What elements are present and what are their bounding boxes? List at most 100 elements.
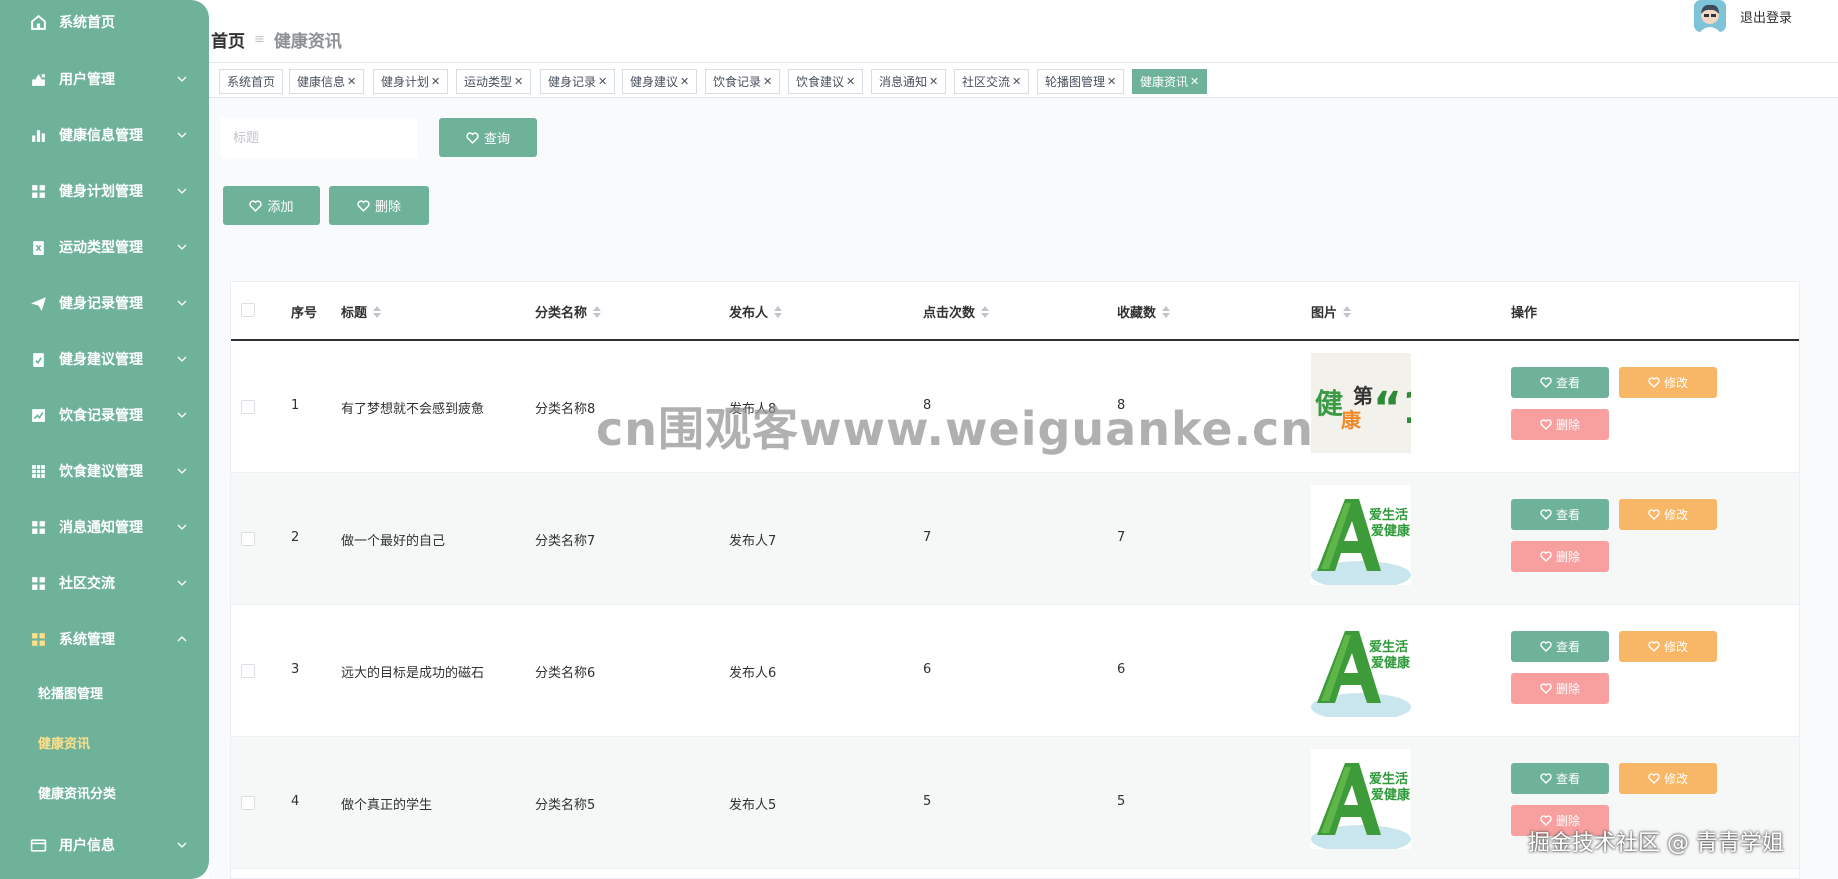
row-checkbox[interactable]: [241, 532, 255, 546]
sort-icon[interactable]: [373, 305, 382, 318]
close-icon[interactable]: ✕: [680, 75, 689, 88]
edit-button[interactable]: 修改: [1619, 499, 1717, 530]
sidebar-item-fitness-record[interactable]: 健身记录管理: [0, 283, 209, 323]
sidebar-subitem-health-news[interactable]: 健康资讯: [38, 733, 90, 752]
breadcrumb-home[interactable]: 首页: [211, 27, 245, 52]
column-header-category[interactable]: 分类名称: [535, 302, 602, 321]
sidebar-item-label: 运动类型管理: [59, 240, 143, 256]
column-header-publisher[interactable]: 发布人: [729, 302, 783, 321]
delete-button[interactable]: 删除: [1511, 541, 1609, 572]
heart-icon: [466, 131, 479, 144]
search-button[interactable]: 查询: [439, 118, 537, 157]
cell-favorites: 6: [1117, 662, 1126, 677]
close-icon[interactable]: ✕: [1107, 75, 1116, 88]
view-button[interactable]: 查看: [1511, 631, 1609, 662]
column-header-clicks[interactable]: 点击次数: [923, 302, 990, 321]
row-checkbox[interactable]: [241, 796, 255, 810]
tag-fitness-plan[interactable]: 健身计划 ✕: [373, 69, 449, 94]
row-checkbox[interactable]: [241, 664, 255, 678]
column-header-title[interactable]: 标题: [341, 302, 382, 321]
delete-button[interactable]: 删除: [1511, 409, 1609, 440]
sort-icon[interactable]: [1343, 305, 1352, 318]
sort-icon[interactable]: [1162, 305, 1171, 318]
health-no1-image[interactable]: 健 康 第 “1”: [1311, 353, 1411, 453]
grid-icon: [29, 182, 47, 200]
sidebar-item-user-management[interactable]: 用户管理: [0, 59, 209, 99]
edit-button-label: 修改: [1663, 640, 1688, 654]
row-checkbox[interactable]: [241, 400, 255, 414]
love-life-A-image[interactable]: 爱生活 爱健康: [1311, 485, 1411, 585]
close-icon[interactable]: ✕: [431, 75, 440, 88]
tag-diet-record[interactable]: 饮食记录 ✕: [705, 69, 781, 94]
sidebar-subitem-health-news-category[interactable]: 健康资讯分类: [38, 783, 116, 802]
sidebar-item-user-info[interactable]: 用户信息: [0, 825, 209, 865]
batch-delete-button[interactable]: 删除: [329, 186, 429, 225]
add-button-label: 添加: [267, 200, 294, 215]
love-life-A-image[interactable]: 爱生活 爱健康: [1311, 617, 1411, 717]
sidebar-item-label: 饮食记录管理: [59, 408, 143, 424]
sort-icon[interactable]: [981, 305, 990, 318]
love-life-A-image[interactable]: 爱生活 爱健康: [1311, 749, 1411, 849]
view-button[interactable]: 查看: [1511, 499, 1609, 530]
close-icon[interactable]: ✕: [846, 75, 855, 88]
sidebar-item-health-info[interactable]: 健康信息管理: [0, 115, 209, 155]
sort-icon[interactable]: [774, 305, 783, 318]
edit-button[interactable]: 修改: [1619, 367, 1717, 398]
tag-notifications[interactable]: 消息通知 ✕: [871, 69, 947, 94]
heart-icon: [1540, 773, 1552, 784]
tag-fitness-advice[interactable]: 健身建议 ✕: [622, 69, 698, 94]
tag-label: 健康信息: [297, 75, 346, 89]
close-icon[interactable]: ✕: [1190, 75, 1199, 88]
heart-icon: [1648, 773, 1660, 784]
tag-fitness-record[interactable]: 健身记录 ✕: [540, 69, 616, 94]
sidebar-item-home[interactable]: 系统首页: [0, 2, 209, 42]
add-button[interactable]: 添加: [223, 186, 320, 225]
close-icon[interactable]: ✕: [514, 75, 523, 88]
avatar[interactable]: [1694, 0, 1726, 32]
column-header-favorites[interactable]: 收藏数: [1117, 302, 1171, 321]
tag-community[interactable]: 社区交流 ✕: [954, 69, 1030, 94]
cell-title: 做一个最好的自己: [341, 534, 446, 549]
table-row: 3 远大的目标是成功的磁石 分类名称6 发布人6 6 6 爱生活 爱健康 查看: [231, 605, 1799, 737]
tag-diet-advice[interactable]: 饮食建议 ✕: [788, 69, 864, 94]
column-header-image[interactable]: 图片: [1311, 302, 1352, 321]
chevron-down-icon: [177, 468, 187, 474]
view-button[interactable]: 查看: [1511, 367, 1609, 398]
image-text-love-health: 爱健康: [1371, 523, 1411, 539]
sidebar-item-fitness-advice[interactable]: 健身建议管理: [0, 339, 209, 379]
close-icon[interactable]: ✕: [763, 75, 772, 88]
heart-icon: [1540, 551, 1552, 562]
sidebar-item-diet-advice[interactable]: 饮食建议管理: [0, 451, 209, 491]
edit-button[interactable]: 修改: [1619, 631, 1717, 662]
delete-button[interactable]: 删除: [1511, 673, 1609, 704]
sidebar-subitem-carousel[interactable]: 轮播图管理: [38, 683, 103, 702]
close-icon[interactable]: ✕: [598, 75, 607, 88]
sidebar-item-fitness-plan[interactable]: 健身计划管理: [0, 171, 209, 211]
close-icon[interactable]: ✕: [929, 75, 938, 88]
tag-carousel[interactable]: 轮播图管理 ✕: [1037, 69, 1125, 94]
sidebar-item-diet-record[interactable]: 饮食记录管理: [0, 395, 209, 435]
close-icon[interactable]: ✕: [347, 75, 356, 88]
select-all-checkbox[interactable]: [241, 303, 255, 317]
tag-health-info[interactable]: 健康信息 ✕: [289, 69, 365, 94]
close-icon[interactable]: ✕: [1012, 75, 1021, 88]
sort-icon[interactable]: [593, 305, 602, 318]
tags-bar: 系统首页 健康信息 ✕ 健身计划 ✕ 运动类型 ✕ 健身记录 ✕ 健身建议 ✕ 饮食记录 ✕…: [209, 62, 1838, 98]
logout-button[interactable]: 退出登录: [1740, 7, 1792, 26]
sidebar-item-notifications[interactable]: 消息通知管理: [0, 507, 209, 547]
cell-index: 1: [291, 398, 300, 413]
tag-label: 健身计划: [381, 75, 430, 89]
tag-health-news[interactable]: 健康资讯 ✕: [1132, 69, 1208, 94]
sidebar-item-exercise-type[interactable]: 运动类型管理: [0, 227, 209, 267]
breadcrumb: 首页 ≡ 健康资讯: [211, 27, 342, 52]
image-char-kang: 康: [1341, 408, 1362, 432]
image-text-love-health: 爱健康: [1371, 787, 1411, 803]
view-button[interactable]: 查看: [1511, 763, 1609, 794]
tag-home[interactable]: 系统首页: [219, 69, 284, 94]
sidebar-item-system-management[interactable]: 系统管理: [0, 619, 209, 659]
cell-clicks: 5: [923, 794, 932, 809]
edit-button[interactable]: 修改: [1619, 763, 1717, 794]
search-input[interactable]: [221, 118, 417, 158]
tag-exercise-type[interactable]: 运动类型 ✕: [456, 69, 532, 94]
sidebar-item-community[interactable]: 社区交流: [0, 563, 209, 603]
